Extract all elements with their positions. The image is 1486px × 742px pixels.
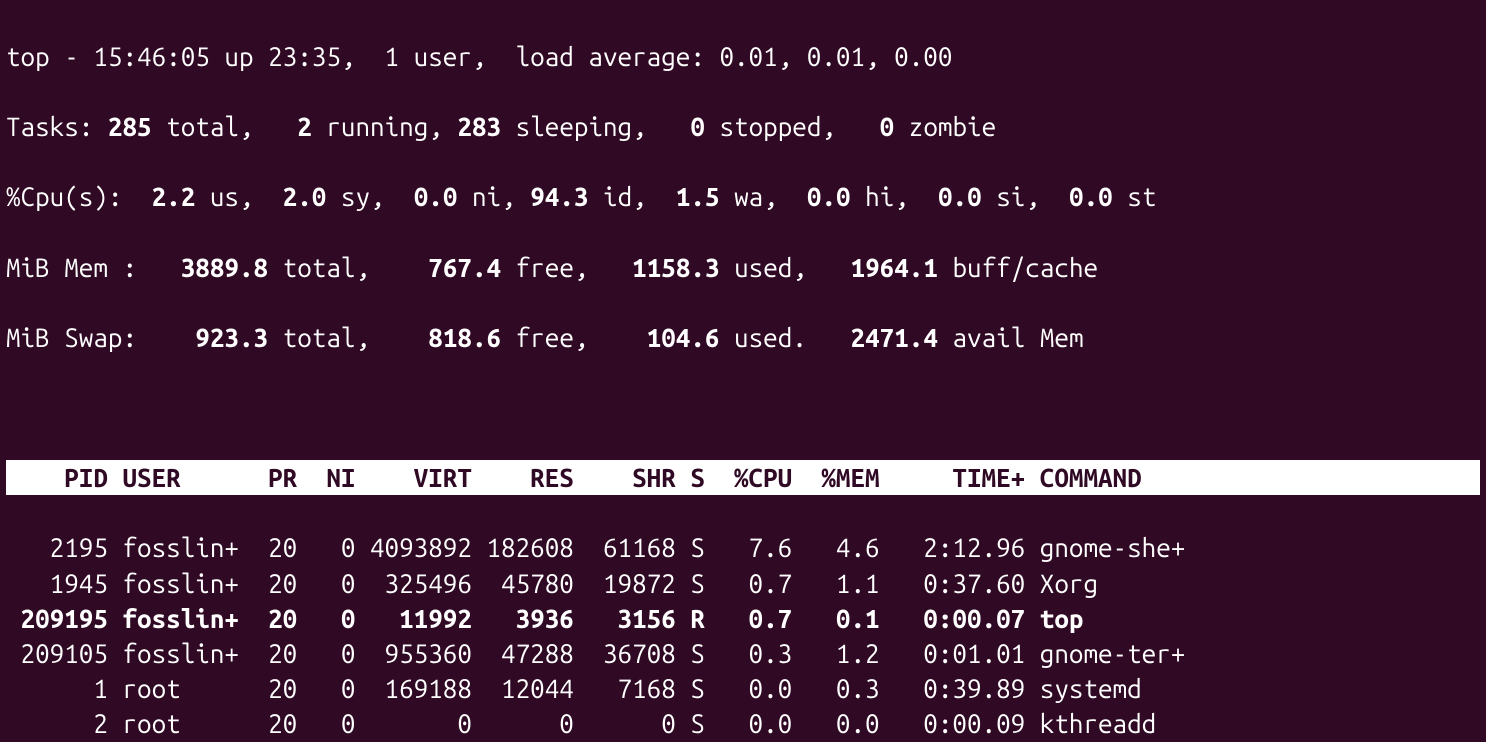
top-summary-swap: MiB Swap: 923.3 total, 818.6 free, 104.6…	[6, 320, 1480, 355]
top-summary-mem: MiB Mem : 3889.8 total, 767.4 free, 1158…	[6, 250, 1480, 285]
process-row: 209195 fosslin+ 20 0 11992 3936 3156 R 0…	[6, 601, 1480, 636]
blank-line	[6, 390, 1480, 425]
process-row: 209105 fosslin+ 20 0 955360 47288 36708 …	[6, 636, 1480, 671]
top-summary-tasks: Tasks: 285 total, 2 running, 283 sleepin…	[6, 109, 1480, 144]
process-row: 1945 fosslin+ 20 0 325496 45780 19872 S …	[6, 566, 1480, 601]
process-table-body: 2195 fosslin+ 20 0 4093892 182608 61168 …	[6, 530, 1480, 742]
top-summary-line1: top - 15:46:05 up 23:35, 1 user, load av…	[6, 39, 1480, 74]
process-table-header: PID USER PR NI VIRT RES SHR S %CPU %MEM …	[6, 460, 1480, 495]
terminal-output: top - 15:46:05 up 23:35, 1 user, load av…	[0, 0, 1486, 742]
process-row: 2 root 20 0 0 0 0 S 0.0 0.0 0:00.09 kthr…	[6, 706, 1480, 741]
process-row: 2195 fosslin+ 20 0 4093892 182608 61168 …	[6, 530, 1480, 565]
top-summary-cpu: %Cpu(s): 2.2 us, 2.0 sy, 0.0 ni, 94.3 id…	[6, 179, 1480, 214]
process-row: 1 root 20 0 169188 12044 7168 S 0.0 0.3 …	[6, 671, 1480, 706]
